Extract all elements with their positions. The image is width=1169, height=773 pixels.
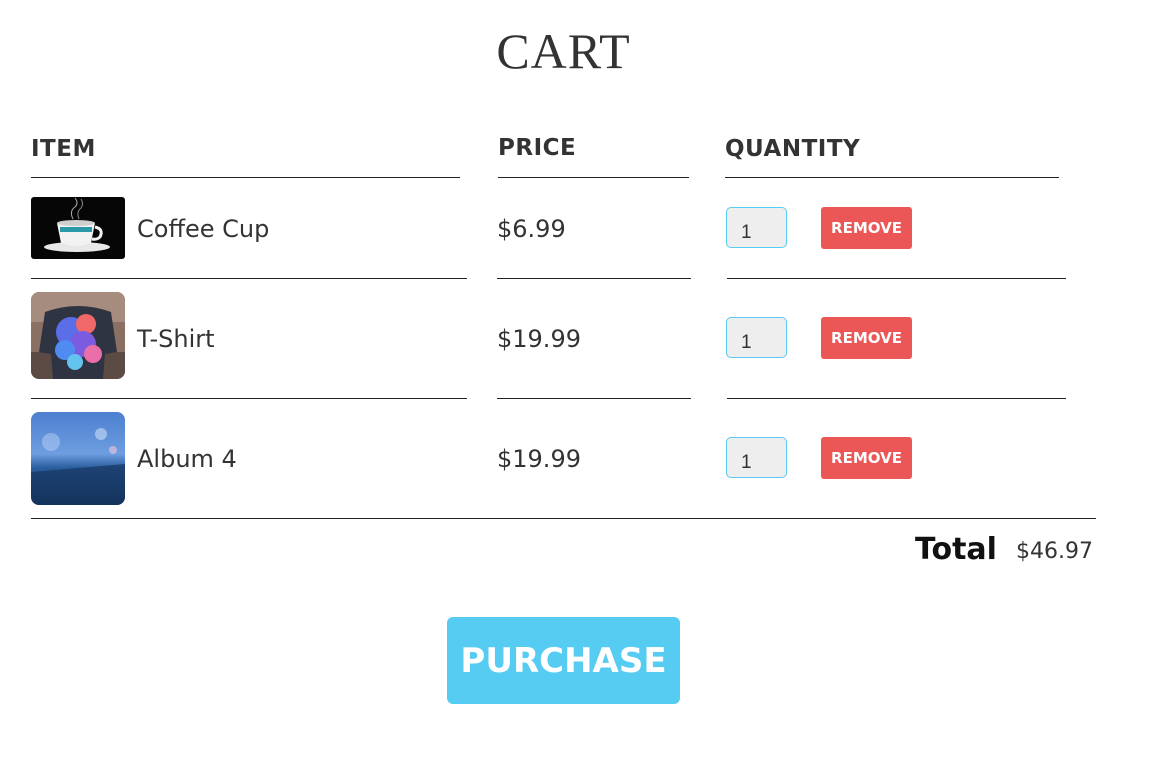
header-divider <box>725 177 1059 178</box>
quantity-input[interactable] <box>726 207 787 248</box>
item-name: Coffee Cup <box>137 215 270 243</box>
coffee-cup-image <box>31 197 125 259</box>
remove-button[interactable]: REMOVE <box>821 437 912 479</box>
item-name: T-Shirt <box>137 325 215 353</box>
row-divider <box>497 278 691 279</box>
header-divider <box>31 177 460 178</box>
header-divider <box>498 177 689 178</box>
column-header-price: PRICE <box>498 135 577 161</box>
total-label: Total <box>915 532 997 567</box>
remove-button[interactable]: REMOVE <box>821 317 912 359</box>
row-divider <box>31 398 467 399</box>
column-header-item: ITEM <box>31 136 96 162</box>
item-name: Album 4 <box>137 445 237 473</box>
row-divider <box>497 398 691 399</box>
total-value: $46.97 <box>1016 539 1093 564</box>
row-divider <box>727 398 1066 399</box>
quantity-input[interactable] <box>726 317 787 358</box>
t-shirt-image <box>31 292 125 379</box>
row-divider <box>727 278 1066 279</box>
item-price: $19.99 <box>497 325 581 353</box>
row-divider <box>31 278 467 279</box>
remove-button[interactable]: REMOVE <box>821 207 912 249</box>
quantity-input[interactable] <box>726 437 787 478</box>
album-cover-image <box>31 412 125 505</box>
total-divider <box>31 518 1096 519</box>
purchase-button[interactable]: PURCHASE <box>447 617 680 704</box>
item-price: $19.99 <box>497 445 581 473</box>
column-header-quantity: QUANTITY <box>725 136 861 162</box>
page-title: CART <box>496 23 631 79</box>
item-price: $6.99 <box>497 215 566 243</box>
